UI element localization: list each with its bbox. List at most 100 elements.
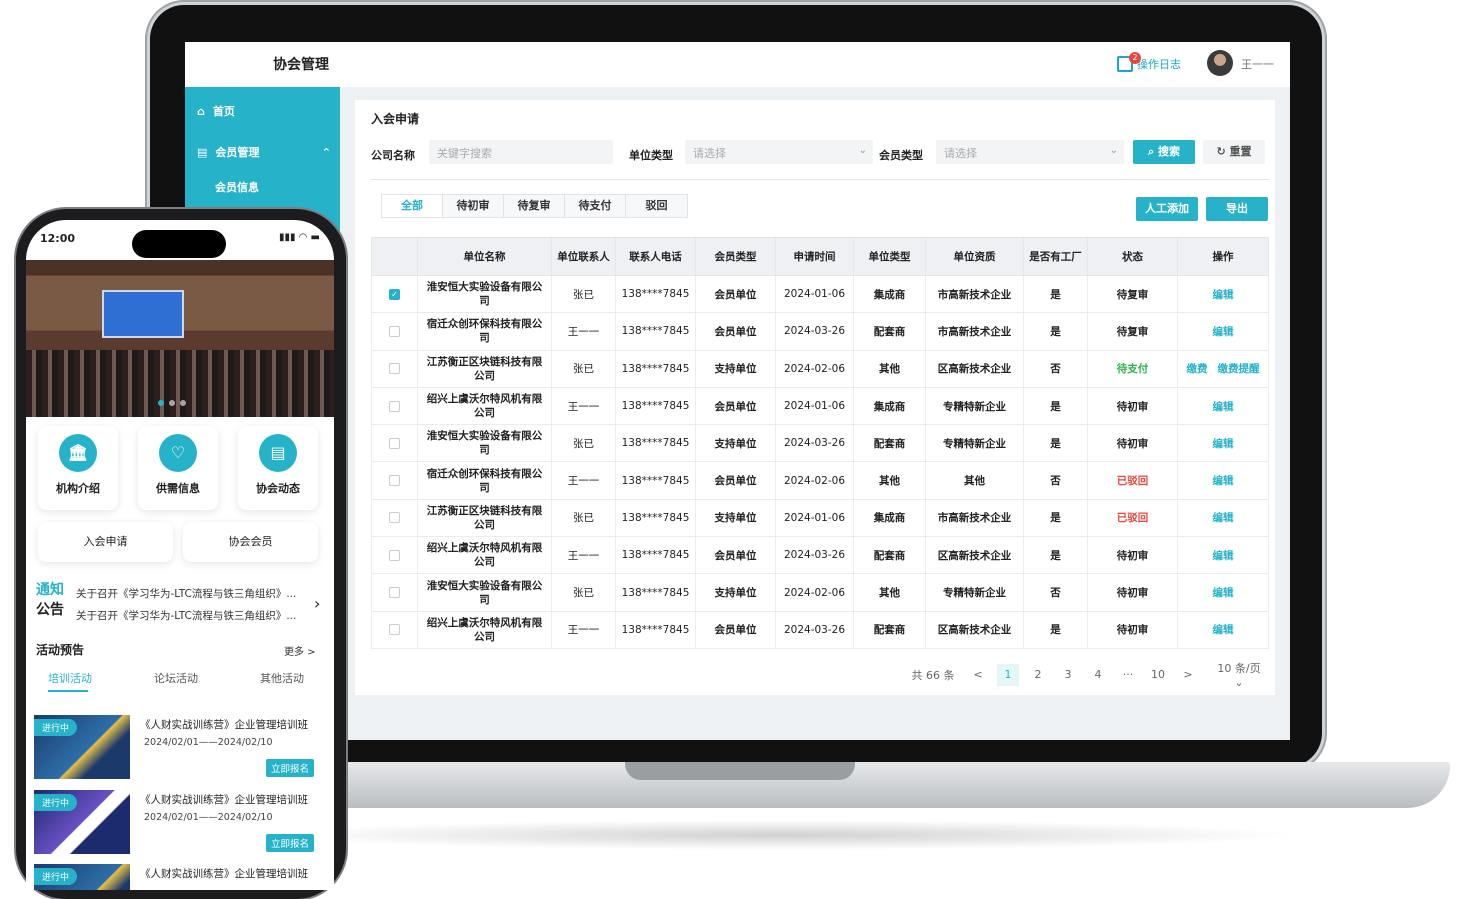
table-row[interactable]: 宿迁众创环保科技有限公司 王一一 138****7845 会员单位 2024-03-26… bbox=[371, 312, 1269, 351]
activity-thumbnail: 进行中 bbox=[34, 864, 130, 890]
table-row[interactable]: 江苏衡正区块链科技有限公司 张已 138****7845 支持单位 2024-02-06… bbox=[371, 349, 1269, 388]
status-cell: 待初审 bbox=[1087, 386, 1178, 426]
company-name-cell: 淮安恒大实验设备有限公司 bbox=[417, 573, 552, 612]
unit-type-select[interactable]: 请选择 ⌄ bbox=[685, 140, 873, 164]
phone-cell: 138****7845 bbox=[615, 386, 696, 426]
search-button[interactable]: ⌕ 搜索 bbox=[1133, 140, 1195, 164]
row-action-link[interactable]: 编辑 bbox=[1213, 587, 1234, 599]
tab-pending-review[interactable]: 待复审 bbox=[504, 195, 565, 217]
contact-cell: 张已 bbox=[551, 498, 616, 538]
chevron-right-icon[interactable]: › bbox=[314, 594, 320, 613]
activity-item[interactable]: 进行中 《人财实战训练营》企业管理培训班 2024/02/01——2024/02… bbox=[34, 715, 330, 779]
quick-link-news[interactable]: ▤ 协会动态 bbox=[238, 426, 318, 510]
row-checkbox[interactable] bbox=[389, 549, 400, 561]
row-action-link[interactable]: 编辑 bbox=[1213, 289, 1234, 301]
row-checkbox[interactable] bbox=[389, 512, 400, 524]
table-row[interactable]: 淮安恒大实验设备有限公司 张已 138****7845 支持单位 2024-02-06 其… bbox=[371, 573, 1269, 612]
notice-item[interactable]: 关于召开《学习华为-LTC流程与铁三角组织》... bbox=[76, 608, 296, 623]
activity-item[interactable]: 进行中 《人财实战训练营》企业管理培训班 2024/02/01——2024/02… bbox=[34, 790, 330, 854]
table-row[interactable]: 宿迁众创环保科技有限公司 王一一 138****7845 会员单位 2024-02-06… bbox=[371, 461, 1269, 500]
row-checkbox[interactable] bbox=[389, 587, 400, 599]
table-row[interactable]: 绍兴上虞沃尔特风机有限公司 王一一 138****7845 会员单位 2024-03-2… bbox=[371, 536, 1269, 575]
member-type-select[interactable]: 请选择 ⌄ bbox=[936, 140, 1124, 164]
tab-forum[interactable]: 论坛活动 bbox=[154, 670, 198, 686]
join-apply-link[interactable]: 入会申请 bbox=[38, 522, 173, 562]
row-action-link[interactable]: 缴费 bbox=[1187, 363, 1208, 375]
row-action-link[interactable]: 编辑 bbox=[1213, 438, 1234, 450]
table-row[interactable]: 江苏衡正区块链科技有限公司 张已 138****7845 支持单位 2024-01-06… bbox=[371, 498, 1269, 538]
table-row[interactable]: 淮安恒大实验设备有限公司 张已 138****7845 支持单位 2024-03-26 配… bbox=[371, 424, 1269, 463]
status-cell: 待初审 bbox=[1087, 424, 1178, 463]
quick-link-intro[interactable]: 🏛 机构介绍 bbox=[38, 426, 118, 510]
register-button[interactable]: 立即报名 bbox=[266, 759, 315, 777]
table-row[interactable]: 绍兴上虞沃尔特风机有限公司 王一一 138****7845 会员单位 2024-03-2… bbox=[371, 610, 1269, 649]
row-action-link[interactable]: 编辑 bbox=[1213, 624, 1234, 636]
sidebar-item-member[interactable]: ▤ 会员管理 ⌃ bbox=[197, 144, 331, 160]
page-10[interactable]: 10 bbox=[1143, 668, 1173, 681]
sidebar-subitem-member-info[interactable]: 会员信息 bbox=[215, 179, 259, 195]
contact-cell: 王一一 bbox=[551, 312, 616, 351]
tab-other[interactable]: 其他活动 bbox=[260, 670, 304, 686]
member-type-cell: 会员单位 bbox=[695, 274, 776, 314]
status-cell: 待复审 bbox=[1087, 274, 1178, 314]
tab-pending-pay[interactable]: 待支付 bbox=[565, 195, 626, 217]
activity-title: 《人财实战训练营》企业管理培训班 bbox=[140, 794, 308, 806]
page-2[interactable]: 2 bbox=[1023, 668, 1053, 681]
prev-page-button[interactable]: < bbox=[963, 668, 993, 681]
table-row[interactable]: ✓ 淮安恒大实验设备有限公司 张已 138****7845 会员单位 2024-01-06… bbox=[371, 274, 1269, 314]
tab-all[interactable]: 全部 bbox=[382, 195, 443, 217]
row-action-link[interactable]: 编辑 bbox=[1213, 326, 1234, 338]
notice-item[interactable]: 关于召开《学习华为-LTC流程与铁三角组织》... bbox=[76, 586, 296, 601]
date-cell: 2024-03-26 bbox=[775, 424, 854, 463]
operation-log-link[interactable]: 2 操作日志 bbox=[1117, 52, 1181, 72]
page-3[interactable]: 3 bbox=[1053, 668, 1083, 681]
row-action-link[interactable]: 编辑 bbox=[1213, 401, 1234, 413]
avatar[interactable] bbox=[1207, 50, 1233, 76]
next-page-button[interactable]: > bbox=[1173, 668, 1203, 681]
tab-rejected[interactable]: 驳回 bbox=[626, 195, 687, 217]
page-ellipsis[interactable]: ··· bbox=[1113, 668, 1143, 681]
quick-link-supply[interactable]: ♡ 供需信息 bbox=[138, 426, 218, 510]
row-checkbox[interactable] bbox=[389, 363, 400, 375]
phone-cell: 138****7845 bbox=[615, 498, 696, 538]
date-cell: 2024-02-06 bbox=[775, 461, 854, 500]
building-icon: 🏛 bbox=[59, 434, 97, 472]
row-select-cell bbox=[371, 536, 418, 575]
banner-image[interactable] bbox=[26, 260, 334, 417]
sidebar-item-home[interactable]: ⌂ 首页 bbox=[197, 103, 235, 119]
phone-cell: 138****7845 bbox=[615, 573, 696, 612]
row-action-link[interactable]: 缴费提醒 bbox=[1218, 363, 1260, 375]
row-checkbox[interactable] bbox=[389, 475, 400, 487]
row-select-cell bbox=[371, 424, 418, 463]
table-row[interactable]: 绍兴上虞沃尔特风机有限公司 王一一 138****7845 会员单位 2024-01-0… bbox=[371, 386, 1269, 426]
user-name[interactable]: 王一一 bbox=[1241, 56, 1274, 72]
members-link[interactable]: 协会会员 bbox=[183, 522, 318, 562]
more-link[interactable]: 更多 > bbox=[284, 643, 316, 658]
row-checkbox[interactable]: ✓ bbox=[389, 288, 400, 300]
status-tag: 进行中 bbox=[34, 868, 78, 885]
member-type-label: 会员类型 bbox=[879, 149, 923, 162]
page-4[interactable]: 4 bbox=[1083, 668, 1113, 681]
qualification-cell: 区高新技术企业 bbox=[925, 349, 1024, 388]
export-button[interactable]: 导出 bbox=[1206, 197, 1268, 221]
row-action-link[interactable]: 编辑 bbox=[1213, 550, 1234, 562]
row-action-link[interactable]: 编辑 bbox=[1213, 475, 1234, 487]
company-name-cell: 宿迁众创环保科技有限公司 bbox=[417, 461, 552, 500]
activity-item[interactable]: 进行中 《人财实战训练营》企业管理培训班 bbox=[34, 864, 330, 890]
tab-pending-first[interactable]: 待初审 bbox=[443, 195, 504, 217]
register-button[interactable]: 立即报名 bbox=[266, 834, 315, 852]
actions-cell: 编辑 bbox=[1177, 461, 1269, 500]
row-action-link[interactable]: 编辑 bbox=[1213, 512, 1234, 524]
tab-training[interactable]: 培训活动 bbox=[48, 670, 92, 686]
manual-add-button[interactable]: 人工添加 bbox=[1136, 197, 1198, 221]
factory-cell: 否 bbox=[1023, 349, 1088, 388]
audience bbox=[26, 350, 334, 417]
company-search-input[interactable]: 关键字搜索 bbox=[429, 140, 613, 164]
page-1[interactable]: 1 bbox=[997, 663, 1019, 686]
row-checkbox[interactable] bbox=[389, 400, 400, 412]
row-checkbox[interactable] bbox=[389, 325, 400, 337]
reset-button[interactable]: ↻ 重置 bbox=[1203, 140, 1265, 164]
row-checkbox[interactable] bbox=[389, 437, 400, 449]
row-checkbox[interactable] bbox=[389, 624, 400, 636]
page-size-select[interactable]: 10 条/页 ⌄ bbox=[1203, 660, 1275, 689]
